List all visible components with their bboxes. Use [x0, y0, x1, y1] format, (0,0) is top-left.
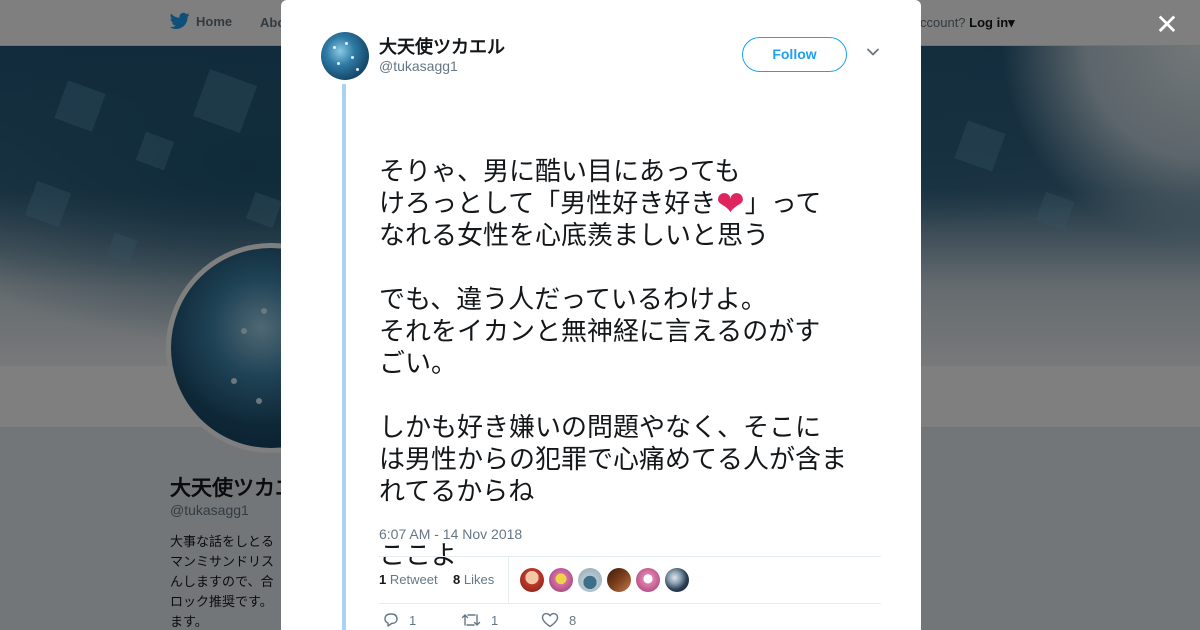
- tweet-paragraph-1: そりゃ、男に酷い目にあっても けろっとして「男性好き好き❤」って なれる女性を心…: [379, 156, 889, 252]
- liker-avatar[interactable]: [636, 568, 660, 592]
- tweet-line: 」って: [744, 189, 822, 219]
- tweet-stats: 1 Retweet 8 Likes: [379, 556, 881, 604]
- chevron-down-icon[interactable]: [865, 44, 881, 60]
- like-count: 8: [569, 612, 577, 628]
- tweet-timestamp[interactable]: 6:07 AM - 14 Nov 2018: [379, 526, 522, 542]
- retweet-stat-count: 1: [379, 572, 387, 587]
- author-name[interactable]: 大天使ツカエル: [379, 33, 505, 59]
- thread-line: [342, 84, 346, 630]
- retweet-stat[interactable]: 1 Retweet: [379, 572, 438, 587]
- liker-avatar[interactable]: [549, 568, 573, 592]
- reply-button[interactable]: 1: [383, 612, 416, 628]
- liker-avatar[interactable]: [665, 568, 689, 592]
- heart-icon: [541, 612, 559, 628]
- liker-avatar[interactable]: [520, 568, 544, 592]
- close-icon[interactable]: ✕: [1152, 10, 1182, 40]
- likers-avatars: [520, 568, 689, 592]
- tweet-line: そりゃ、男に酷い目にあっても: [379, 157, 741, 187]
- likes-stat-label: Likes: [463, 572, 495, 587]
- tweet-paragraph-2: でも、違う人だっているわけよ。 それをイカンと無神経に言えるのがす ごい。: [379, 285, 821, 379]
- reply-icon: [384, 613, 398, 627]
- tweet-modal: 大天使ツカエル @tukasagg1 Follow そりゃ、男に酷い目にあっても…: [281, 0, 921, 630]
- likes-stat-count: 8: [453, 572, 461, 587]
- tweet-paragraph-3: しかも好き嫌いの問題やなく、そこに は男性からの犯罪で心痛めてる人が含ま れてる…: [379, 413, 848, 507]
- retweet-count: 1: [491, 612, 499, 628]
- retweet-icon: [461, 614, 481, 626]
- like-button[interactable]: 8: [541, 612, 576, 628]
- author-handle[interactable]: @tukasagg1: [379, 58, 458, 74]
- tweet-actions: 1 1 8: [379, 612, 679, 630]
- reply-count: 1: [409, 612, 417, 628]
- retweet-button[interactable]: 1: [461, 612, 498, 628]
- tweet-line: なれる女性を心底羨ましいと思う: [379, 221, 770, 251]
- tweet-text: そりゃ、男に酷い目にあっても けろっとして「男性好き好き❤」って なれる女性を心…: [379, 92, 889, 630]
- author-avatar[interactable]: [321, 32, 369, 80]
- retweet-stat-label: Retweet: [389, 572, 438, 587]
- tweet-line: けろっとして「男性好き好き: [379, 189, 717, 219]
- liker-avatar[interactable]: [607, 568, 631, 592]
- likes-stat[interactable]: 8 Likes: [453, 572, 494, 587]
- heart-emoji-icon: ❤: [716, 184, 745, 224]
- follow-button[interactable]: Follow: [742, 37, 847, 72]
- liker-avatar[interactable]: [578, 568, 602, 592]
